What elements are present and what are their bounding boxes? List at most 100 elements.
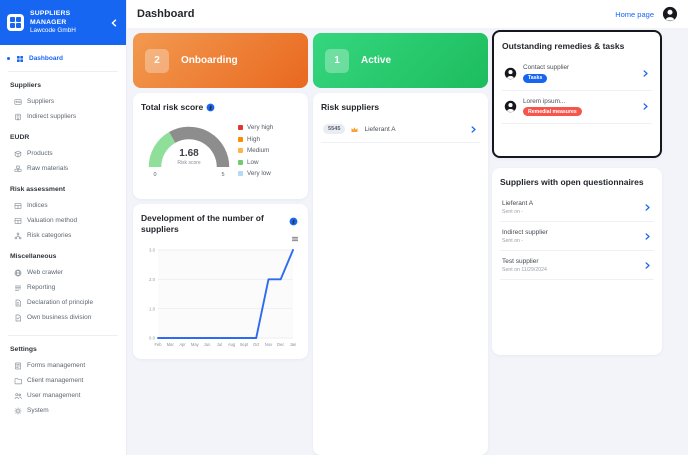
legend-label: Low [247,159,259,166]
sent-on-text: Sent on - [502,238,548,244]
legend-label: Very high [247,124,273,131]
svg-text:3.0: 3.0 [149,248,156,253]
legend-swatch-icon [238,125,243,130]
suppliers-development-chart-card: Development of the number of suppliers i… [133,204,308,359]
sidebar-item-forms-management[interactable]: Forms management [0,358,126,373]
sidebar-item-label: Indirect suppliers [27,113,76,120]
card-icon [14,98,22,106]
svg-text:1.68: 1.68 [179,148,199,159]
active-stat-card[interactable]: 1 Active [313,33,488,88]
svg-text:2.0: 2.0 [149,277,156,282]
tasks-card-title: Outstanding remedies & tasks [502,41,652,51]
legend-item: Low [238,159,300,166]
sidebar-item-products[interactable]: Products [0,146,126,161]
top-bar: Dashboard Home page [127,0,688,28]
sidebar-item-label: Reporting [27,284,55,291]
box-icon [14,150,22,158]
risk-score-badge: 5545 [323,124,345,134]
sidebar-item-indirect-suppliers[interactable]: Indirect suppliers [0,109,126,124]
info-icon[interactable]: i [289,217,298,226]
line-chart: 0.01.02.03.0FebMarAprMayJunJulAugSeptOct… [141,242,300,356]
risk-supplier-row[interactable]: 5545 Lieferant A [321,124,480,143]
page-title: Dashboard [137,8,194,20]
globe-icon [14,269,22,277]
chevron-right-icon[interactable] [641,102,650,111]
sidebar-item-reporting[interactable]: Reporting [0,280,126,295]
chevron-right-icon[interactable] [643,232,652,241]
svg-text:Dec: Dec [277,342,284,347]
legend-item: High [238,136,300,143]
svg-text:May: May [191,342,200,347]
svg-text:Risk score: Risk score [177,160,201,166]
user-avatar-icon [504,100,517,113]
main-content: 2 Onboarding Total risk score i 1.68Risk… [127,28,688,455]
user-avatar-icon [504,67,517,80]
crown-icon [350,125,359,134]
sidebar-item-raw-materials[interactable]: Raw materials [0,161,126,176]
chevron-right-icon[interactable] [643,203,652,212]
legend-item: Very high [238,124,300,131]
sent-on-text: Sent on - [502,209,533,215]
sidebar-item-label: System [27,407,49,414]
sidebar-item-label: Valuation method [27,217,77,224]
questionnaire-row[interactable]: Test supplier Sent on 11/29/2024 [500,251,654,280]
risk-suppliers-card: Risk suppliers 5545 Lieferant A [313,93,488,455]
sidebar-item-label: Dashboard [29,55,63,62]
svg-text:Jul: Jul [217,342,222,347]
svg-text:Feb: Feb [154,342,162,347]
legend-swatch-icon [238,171,243,176]
sidebar-item-declaration-of-principle[interactable]: Declaration of principle [0,295,126,310]
users-icon [14,392,22,400]
questionnaire-row[interactable]: Lieferant A Sent on - [500,193,654,222]
sidebar-item-risk-categories[interactable]: Risk categories [0,228,126,243]
chevron-right-icon[interactable] [641,69,650,78]
sidebar-item-system[interactable]: System [0,403,126,418]
supplier-name: Indirect supplier [502,229,548,236]
sent-on-text: Sent on 11/29/2024 [502,267,547,273]
chart-menu-icon[interactable] [291,235,299,243]
supplier-name: Test supplier [502,258,547,265]
app-org: Lawcode GmbH [30,27,103,35]
task-row[interactable]: Contact supplier Tasks [502,57,652,91]
folder-icon [14,377,22,385]
sidebar-collapse-icon[interactable] [109,18,119,28]
legend-label: High [247,136,260,143]
sidebar-item-suppliers[interactable]: Suppliers [0,94,126,109]
sidebar-item-valuation-method[interactable]: Valuation method [0,213,126,228]
document-icon [14,299,22,307]
sidebar-item-indices[interactable]: Indices [0,198,126,213]
sidebar-item-label: Client management [27,377,83,384]
chevron-right-icon[interactable] [643,261,652,270]
legend-label: Very low [247,170,271,177]
sidebar-item-web-crawler[interactable]: Web crawler [0,265,126,280]
svg-text:Nov: Nov [265,342,273,347]
questionnaires-card-title: Suppliers with open questionnaires [500,177,654,187]
legend-item: Very low [238,170,300,177]
legend-swatch-icon [238,160,243,165]
sidebar-item-client-management[interactable]: Client management [0,373,126,388]
questionnaire-row[interactable]: Indirect supplier Sent on - [500,222,654,251]
nav-section-settings: Settings [10,346,116,353]
sidebar-item-label: Own business division [27,314,91,321]
sidebar-item-own-business-division[interactable]: Own business division [0,310,126,325]
chart-title: Development of the number of suppliers [141,213,271,235]
chevron-right-icon[interactable] [469,125,478,134]
risk-suppliers-title: Risk suppliers [321,102,480,112]
sidebar-item-label: Forms management [27,362,85,369]
task-row[interactable]: Lorem ipsum... Remedial measures [502,91,652,125]
svg-text:Apr: Apr [179,342,186,347]
building-icon [14,113,22,121]
form-icon [14,362,22,370]
info-icon[interactable]: i [206,103,215,112]
sidebar-header: SUPPLIERS MANAGER Lawcode GmbH [0,0,126,45]
outstanding-remedies-tasks-card: Outstanding remedies & tasks Contact sup… [492,30,662,158]
svg-text:Mar: Mar [167,342,175,347]
svg-text:0: 0 [153,172,156,178]
onboarding-stat-card[interactable]: 2 Onboarding [133,33,308,88]
user-avatar-icon[interactable] [662,6,678,22]
sidebar-item-user-management[interactable]: User management [0,388,126,403]
supplier-name: Lieferant A [364,126,395,133]
sidebar-item-dashboard[interactable]: Dashboard [0,51,126,66]
home-page-link[interactable]: Home page [615,10,654,19]
risk-score-title-text: Total risk score [141,102,203,112]
